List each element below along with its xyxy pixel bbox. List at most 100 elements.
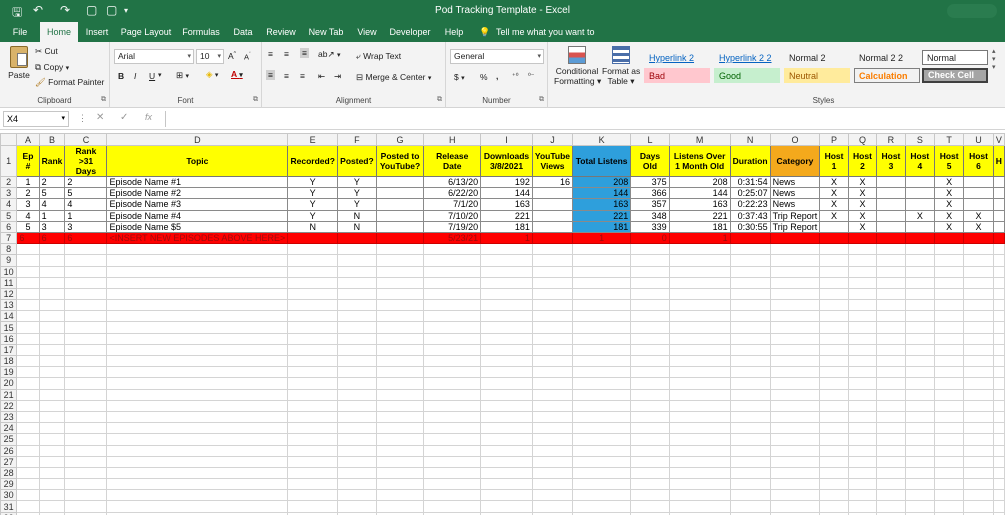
cell[interactable] — [904, 354, 936, 368]
cell[interactable] — [106, 332, 289, 345]
cell[interactable] — [106, 310, 289, 323]
cell[interactable] — [933, 276, 965, 289]
cell[interactable] — [819, 332, 849, 345]
cell[interactable] — [375, 231, 425, 245]
cell[interactable] — [16, 433, 40, 446]
cell[interactable] — [933, 489, 965, 502]
cell[interactable]: 6/13/20 — [423, 175, 482, 189]
row-header[interactable]: 15 — [0, 321, 18, 334]
cell[interactable] — [38, 410, 66, 424]
cell[interactable] — [38, 299, 66, 312]
cell[interactable] — [375, 354, 425, 368]
cell[interactable]: 144 — [480, 187, 533, 200]
cell[interactable] — [963, 276, 994, 289]
column-title[interactable]: Days Old — [630, 145, 670, 177]
cell[interactable] — [38, 332, 66, 345]
cell[interactable] — [106, 444, 289, 457]
align-center-icon[interactable]: ≡ — [284, 71, 289, 81]
cell[interactable] — [876, 410, 906, 424]
column-header-i[interactable]: I — [480, 133, 533, 146]
cell[interactable] — [572, 343, 632, 357]
cell[interactable] — [963, 187, 994, 200]
cell[interactable] — [287, 243, 339, 256]
cell[interactable] — [572, 444, 632, 457]
column-header-l[interactable]: L — [630, 133, 670, 146]
cell[interactable] — [876, 243, 906, 256]
style-check-cell[interactable]: Check Cell — [922, 68, 988, 83]
cell[interactable] — [423, 489, 482, 502]
cell[interactable] — [572, 388, 632, 401]
column-title[interactable]: Rank — [38, 145, 66, 177]
column-header-r[interactable]: R — [876, 133, 906, 146]
cell[interactable] — [904, 399, 936, 412]
cell[interactable] — [876, 310, 906, 323]
cell[interactable] — [847, 444, 878, 457]
cell[interactable] — [572, 455, 632, 468]
cell[interactable]: Episode Name #3 — [106, 198, 289, 211]
column-title[interactable]: Duration — [729, 145, 771, 177]
cell[interactable] — [480, 243, 533, 256]
row-header[interactable]: 18 — [0, 354, 18, 368]
cell[interactable] — [64, 377, 108, 390]
cell[interactable] — [337, 310, 377, 323]
cell[interactable]: N — [337, 220, 377, 233]
column-title[interactable]: Release Date — [423, 145, 482, 177]
cell[interactable] — [904, 343, 936, 357]
cell[interactable] — [963, 354, 994, 368]
cell[interactable] — [423, 299, 482, 312]
cell[interactable] — [819, 422, 849, 435]
cell[interactable] — [531, 209, 574, 222]
cell[interactable] — [64, 310, 108, 323]
cell[interactable] — [963, 299, 994, 312]
cell[interactable] — [876, 343, 906, 357]
cell[interactable] — [963, 332, 994, 345]
cell[interactable]: 5 — [16, 220, 40, 233]
cell[interactable] — [375, 455, 425, 468]
cell[interactable] — [531, 478, 574, 491]
cell[interactable] — [729, 410, 771, 424]
cell[interactable] — [963, 377, 994, 390]
cell[interactable]: 1 — [64, 209, 108, 222]
row-header[interactable]: 4 — [0, 198, 18, 211]
cell[interactable] — [933, 466, 965, 480]
cell[interactable] — [38, 265, 66, 278]
cell[interactable] — [769, 388, 821, 401]
column-header-d[interactable]: D — [106, 133, 289, 146]
cell[interactable] — [375, 187, 425, 200]
cell[interactable] — [106, 388, 289, 401]
cell[interactable] — [423, 265, 482, 278]
cell[interactable] — [337, 500, 377, 513]
cell[interactable] — [992, 265, 1005, 278]
row-header[interactable]: 29 — [0, 478, 18, 491]
increase-indent-icon[interactable]: ⇥ — [334, 71, 341, 82]
cell[interactable] — [668, 377, 731, 390]
cell[interactable] — [933, 354, 965, 368]
cell[interactable] — [904, 187, 936, 200]
style-bad[interactable]: Bad — [644, 68, 710, 83]
increase-font-button[interactable]: A^ — [228, 51, 236, 61]
cell[interactable] — [729, 444, 771, 457]
row-header[interactable]: 27 — [0, 455, 18, 468]
decrease-font-button[interactable]: Aˇ — [244, 52, 251, 62]
style-good[interactable]: Good — [714, 68, 780, 83]
column-header-v[interactable]: V — [992, 133, 1005, 146]
cell[interactable] — [729, 276, 771, 289]
cell[interactable] — [38, 444, 66, 457]
cell[interactable]: X — [933, 220, 965, 233]
cell[interactable]: 4 — [38, 198, 66, 211]
cell[interactable] — [876, 265, 906, 278]
cell[interactable] — [16, 321, 40, 334]
cell[interactable] — [992, 254, 1005, 267]
cell[interactable] — [375, 243, 425, 256]
cell[interactable] — [423, 354, 482, 368]
cell[interactable] — [992, 321, 1005, 334]
cell[interactable] — [64, 299, 108, 312]
cell[interactable] — [847, 265, 878, 278]
row-header[interactable]: 30 — [0, 489, 18, 502]
top-align-icon[interactable]: ≡ — [268, 49, 273, 59]
row-header[interactable]: 3 — [0, 187, 18, 200]
cell[interactable] — [287, 321, 339, 334]
cell[interactable] — [819, 354, 849, 368]
row-header[interactable]: 1 — [0, 145, 18, 177]
cell[interactable] — [531, 254, 574, 267]
